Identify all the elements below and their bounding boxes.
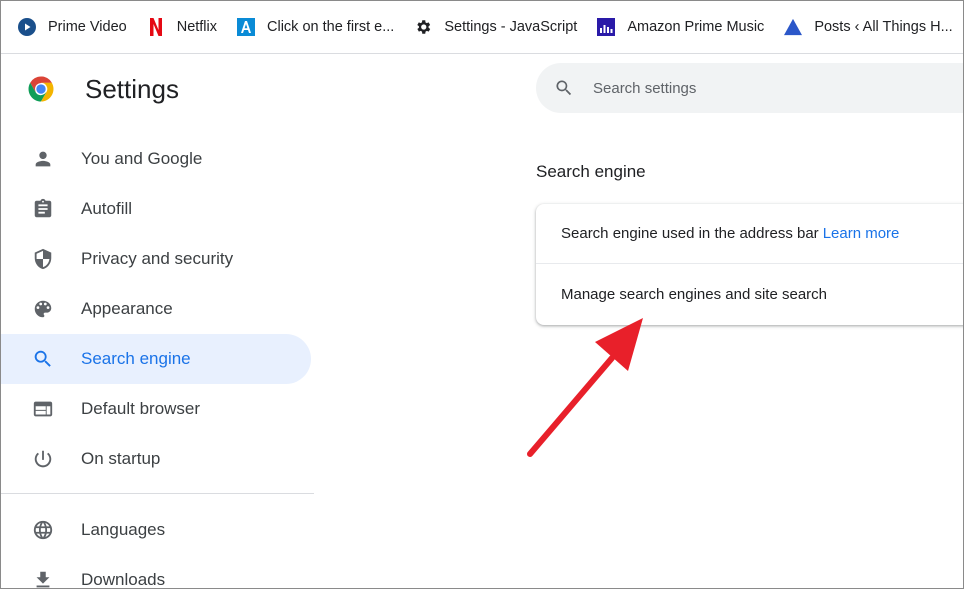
sidebar-item-search-engine[interactable]: Search engine <box>0 334 311 384</box>
prime-video-icon <box>18 17 36 36</box>
clipboard-icon <box>32 198 54 220</box>
sidebar-item-autofill[interactable]: Autofill <box>0 184 311 234</box>
sidebar-divider <box>0 493 314 494</box>
sidebar-item-languages[interactable]: Languages <box>0 505 311 555</box>
power-icon <box>32 448 54 470</box>
bookmark-posts[interactable]: Posts ‹ All Things H... <box>784 0 953 53</box>
sidebar-item-label: Languages <box>81 520 166 539</box>
address-bar-search-engine-row[interactable]: Search engine used in the address bar Le… <box>536 204 964 264</box>
sidebar-item-label: Default browser <box>81 399 201 418</box>
search-icon <box>32 348 54 370</box>
bookmark-netflix[interactable]: Netflix <box>147 0 218 53</box>
search-engine-card: Search engine used in the address bar Le… <box>536 204 964 325</box>
browser-icon <box>32 398 54 420</box>
sidebar-item-appearance[interactable]: Appearance <box>0 284 311 334</box>
download-icon <box>32 569 54 589</box>
sidebar-item-downloads[interactable]: Downloads <box>0 555 311 589</box>
bookmark-label: Prime Video <box>48 18 127 35</box>
bookmark-amazon-music[interactable]: Amazon Prime Music <box>597 0 765 53</box>
bookmark-settings-javascript[interactable]: Settings - JavaScript <box>414 0 578 53</box>
bookmark-label: Netflix <box>176 18 218 35</box>
address-bar-label: Search engine used in the address bar <box>561 225 819 242</box>
sidebar-item-you-and-google[interactable]: You and Google <box>0 134 311 184</box>
learn-more-link[interactable]: Learn more <box>823 225 900 242</box>
chrome-logo <box>28 76 54 102</box>
bookmark-label: Posts ‹ All Things H... <box>814 18 953 35</box>
bookmark-click-first[interactable]: Click on the first e... <box>237 0 395 53</box>
gear-icon <box>414 18 432 36</box>
manage-search-engines-label: Manage search engines and site search <box>561 286 828 303</box>
settings-sidebar: Settings You and Google Autofill Privacy… <box>0 54 318 589</box>
bookmark-label: Amazon Prime Music <box>627 18 765 35</box>
sidebar-item-privacy-security[interactable]: Privacy and security <box>0 234 311 284</box>
sidebar-item-label: Search engine <box>81 349 191 368</box>
triangle-icon <box>784 18 803 36</box>
sidebar-item-label: Downloads <box>81 570 166 589</box>
bookmark-prime-video[interactable]: Prime Video <box>18 0 127 53</box>
sidebar-item-label: Autofill <box>81 199 133 218</box>
netflix-icon <box>147 17 165 36</box>
azure-icon <box>237 17 256 36</box>
search-settings-box <box>536 63 964 113</box>
music-icon <box>597 17 616 36</box>
shield-icon <box>32 248 54 270</box>
bookmark-label: Settings - JavaScript <box>444 18 578 35</box>
palette-icon <box>32 298 54 320</box>
manage-search-engines-row[interactable]: Manage search engines and site search <box>536 264 964 325</box>
settings-header: Settings <box>26 73 179 105</box>
sidebar-item-label: Appearance <box>81 299 173 318</box>
sidebar-item-label: On startup <box>81 449 161 468</box>
bookmark-label: Click on the first e... <box>267 18 395 35</box>
page-title: Settings <box>85 74 179 104</box>
sidebar-item-on-startup[interactable]: On startup <box>0 434 311 484</box>
sidebar-item-label: Privacy and security <box>81 249 234 268</box>
search-input[interactable] <box>593 63 953 113</box>
section-title: Search engine <box>536 162 646 181</box>
globe-icon <box>32 519 54 541</box>
sidebar-item-label: You and Google <box>81 149 203 168</box>
search-icon <box>554 78 574 98</box>
bookmarks-bar: Prime Video Netflix Click on the first e… <box>0 0 964 54</box>
person-icon <box>32 148 54 170</box>
sidebar-item-default-browser[interactable]: Default browser <box>0 384 311 434</box>
